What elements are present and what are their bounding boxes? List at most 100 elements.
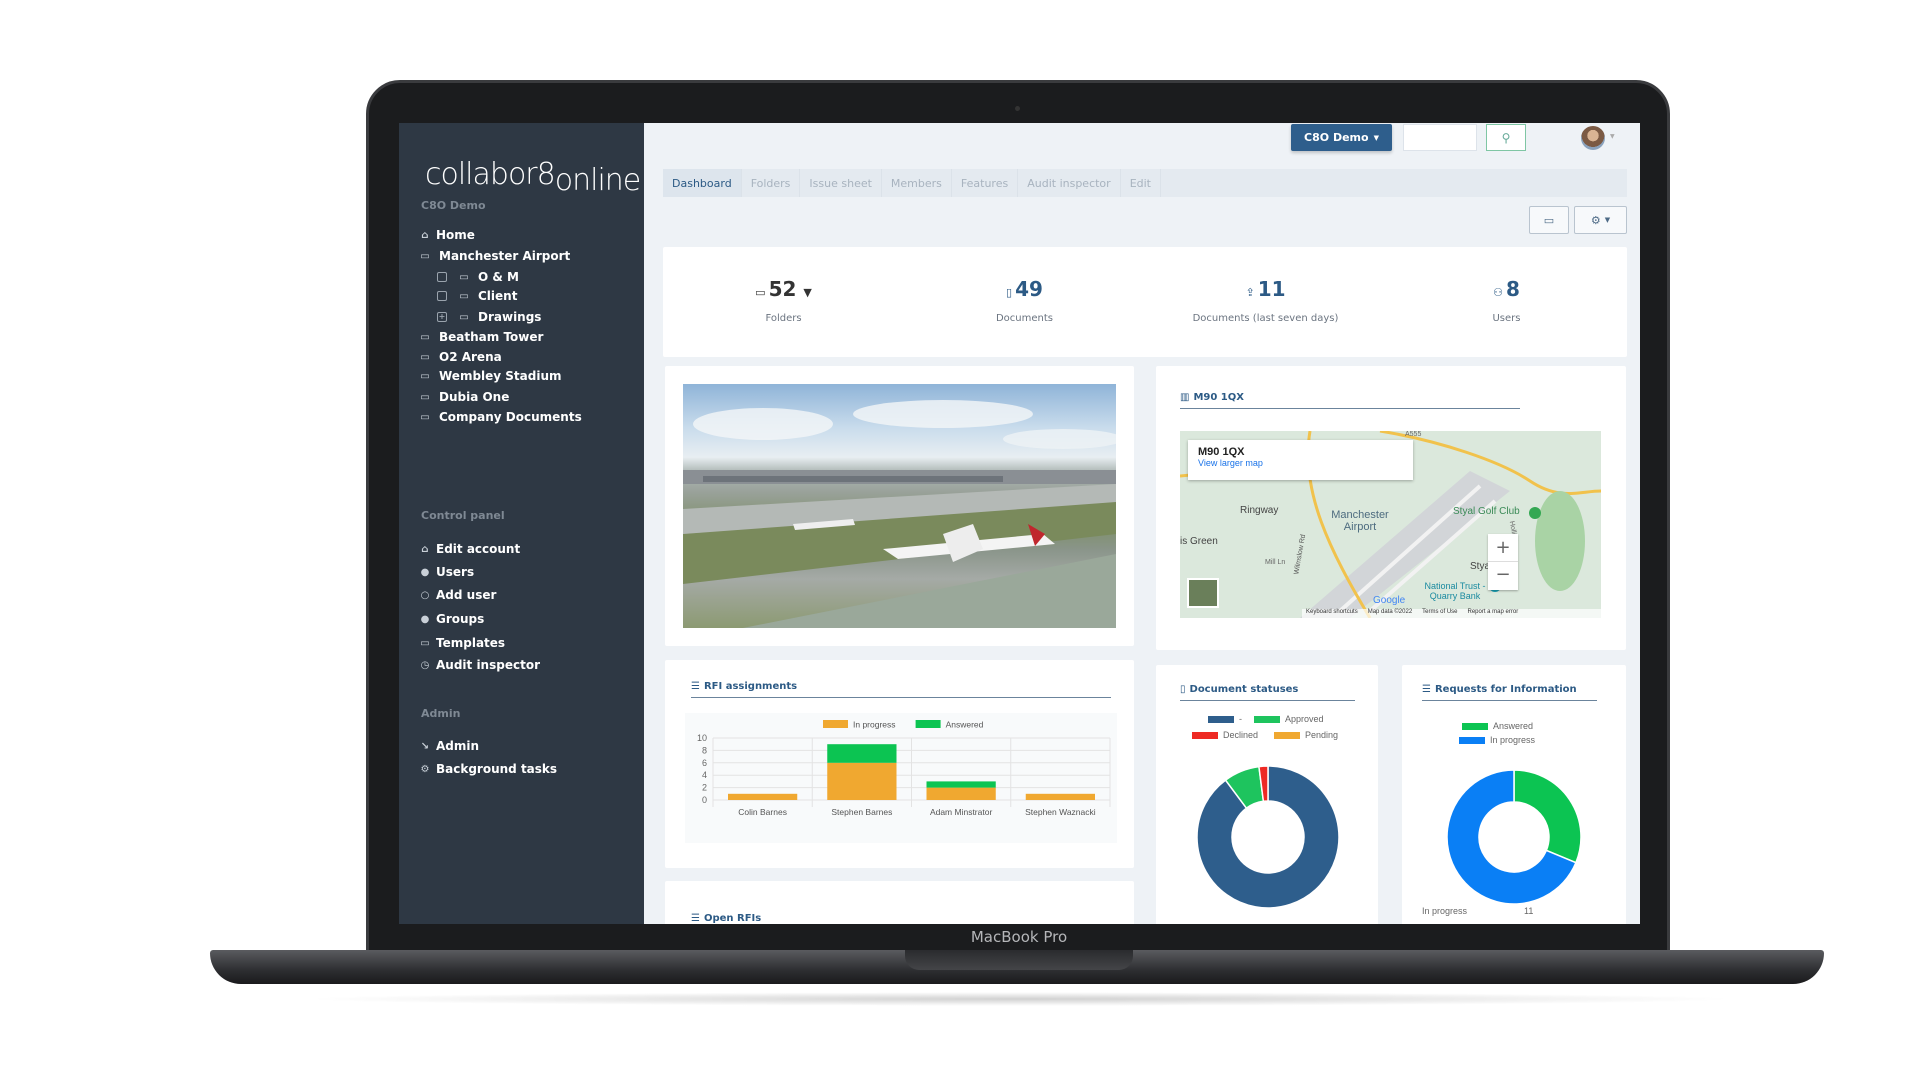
sidebar-item-wembley-stadium[interactable]: ▭ Wembley Stadium xyxy=(419,369,562,383)
map-label: Mill Ln xyxy=(1265,559,1286,566)
sidebar-item-groups[interactable]: ● Groups xyxy=(419,612,485,626)
document-statuses-card: ▯ Document statuses - Approved Declined P… xyxy=(1156,665,1378,924)
sidebar-item-client[interactable]: ▭ Client xyxy=(437,289,517,303)
list-icon: ☰ xyxy=(691,681,700,692)
bar-answered xyxy=(926,781,996,788)
tab-members[interactable]: Members xyxy=(882,169,952,197)
sidebar-item-manchester-airport[interactable]: ▭ Manchester Airport xyxy=(419,249,570,263)
tab-audit-inspector[interactable]: Audit inspector xyxy=(1018,169,1121,197)
stat-recent-documents[interactable]: ⇪ 11 Documents (last seven days) xyxy=(1145,247,1386,357)
logo[interactable]: collabor8online xyxy=(425,157,641,198)
sidebar-item-drawings[interactable]: + ▭ Drawings xyxy=(437,310,541,324)
tab-folders[interactable]: Folders xyxy=(742,169,801,197)
sidebar-item-label: Wembley Stadium xyxy=(439,369,562,383)
sidebar-item-o2-arena[interactable]: ▭ O2 Arena xyxy=(419,350,502,364)
stat-documents[interactable]: ▯ 49 Documents xyxy=(904,247,1145,357)
tab-features[interactable]: Features xyxy=(952,169,1019,197)
stat-folders[interactable]: ▭ 52 ▼ Folders xyxy=(663,247,904,357)
tasks-icon: ⚙ xyxy=(420,763,430,775)
sidebar-item-edit-account[interactable]: ⌂ Edit account xyxy=(419,542,520,556)
expand-plus-icon[interactable]: + xyxy=(437,312,447,322)
map-card: ▥ M90 1QX M90 1QX View larger map Ringwa… xyxy=(1156,366,1626,650)
x-tick-label: Stephen Barnes xyxy=(831,807,892,817)
expander-checkbox[interactable] xyxy=(437,291,447,301)
y-tick-label: 4 xyxy=(702,770,707,780)
sidebar-item-company-documents[interactable]: ▭ Company Documents xyxy=(419,410,581,424)
section-label-project: C8O Demo xyxy=(421,199,486,212)
folder-icon: ▭ xyxy=(420,637,430,649)
project-dropdown-button[interactable]: C8O Demo ▼ xyxy=(1291,124,1392,151)
sidebar-item-users[interactable]: ● Users xyxy=(419,565,474,579)
stat-value: 11 xyxy=(1257,277,1286,301)
open-rfis-title-text: Open RFIs xyxy=(703,913,762,924)
laptop-notch xyxy=(905,950,1133,970)
airport-illustration xyxy=(683,400,1116,628)
group-icon: ● xyxy=(420,613,430,625)
sidebar-item-audit-inspector[interactable]: ◷ Audit inspector xyxy=(419,658,540,672)
tab-edit[interactable]: Edit xyxy=(1121,169,1161,197)
list-icon: ☰ xyxy=(691,913,700,924)
sidebar-item-label: Audit inspector xyxy=(436,658,540,672)
sidebar-item-add-user[interactable]: ○ Add user xyxy=(419,588,497,602)
wrench-icon: ↘ xyxy=(420,740,430,752)
sidebar-item-background-tasks[interactable]: ⚙ Background tasks xyxy=(419,762,558,776)
sidebar-item-templates[interactable]: ▭ Templates xyxy=(419,636,505,650)
zoom-in-button[interactable]: + xyxy=(1488,534,1518,562)
map-zoom-control: + − xyxy=(1488,534,1518,590)
stat-value: 52 xyxy=(768,277,797,301)
map-data-text: Map data ©2022 xyxy=(1367,609,1413,615)
sidebar-item-admin[interactable]: ↘ Admin xyxy=(419,739,479,753)
map-label: Manchester Airport xyxy=(1331,509,1389,533)
embedded-map[interactable]: M90 1QX View larger map Ringway Manchest… xyxy=(1180,431,1601,618)
sidebar-item-label: Beatham Tower xyxy=(439,330,544,344)
sidebar-item-label: Admin xyxy=(436,739,480,753)
stat-value: 49 xyxy=(1015,277,1043,301)
zoom-out-button[interactable]: − xyxy=(1488,562,1518,590)
folder-icon: ▭ xyxy=(459,290,469,302)
caret-down-icon: ▼ xyxy=(1373,133,1379,142)
new-folder-button[interactable]: ▭ xyxy=(1529,206,1569,234)
briefcase-icon: ▭ xyxy=(420,391,430,403)
stat-users[interactable]: ⚇ 8 Users xyxy=(1386,247,1627,357)
map-footer: Keyboard shortcuts Map data ©2022 Terms … xyxy=(1302,609,1601,618)
bar-answered xyxy=(827,744,897,763)
tab-issue-sheet[interactable]: Issue sheet xyxy=(800,169,882,197)
home-icon: ⌂ xyxy=(421,229,429,241)
map-label: Styal Golf Club xyxy=(1453,506,1520,517)
user-avatar[interactable] xyxy=(1581,126,1605,150)
rfi-assignments-card: ☰ RFI assignments 0 2 4 6 8 10 Colin Barnes Step… xyxy=(665,660,1134,868)
report-map-error-link[interactable]: Report a map error xyxy=(1468,609,1519,618)
map-label: is Green xyxy=(1180,536,1218,547)
home-outline-icon: ⌂ xyxy=(421,543,429,555)
caret-down-icon[interactable]: ▼ xyxy=(803,286,811,299)
project-photo-card xyxy=(665,366,1134,646)
search-input[interactable] xyxy=(1403,124,1477,151)
sidebar-item-dubia-one[interactable]: ▭ Dubia One xyxy=(419,390,509,404)
tab-dashboard[interactable]: Dashboard xyxy=(663,169,742,197)
search-button[interactable]: ⚲ xyxy=(1486,124,1526,151)
x-tick-label: Stephen Waznacki xyxy=(1025,807,1096,817)
expander-checkbox[interactable] xyxy=(437,272,447,282)
sidebar-item-label: Dubia One xyxy=(439,390,510,404)
x-tick-label: Colin Barnes xyxy=(738,807,787,817)
keyboard-shortcuts-link[interactable]: Keyboard shortcuts xyxy=(1306,609,1358,618)
terms-link[interactable]: Terms of Use xyxy=(1422,609,1457,618)
laptop-shadow xyxy=(300,992,1740,1006)
sidebar-item-home[interactable]: ⌂ Home xyxy=(419,228,475,242)
sidebar-item-om[interactable]: ▭ O & M xyxy=(437,270,519,284)
rfi-assignments-title: ☰ RFI assignments xyxy=(691,681,1111,698)
legend-label: Answered xyxy=(946,720,984,730)
stats-card: ▭ 52 ▼ Folders ▯ 49 Documents ⇪ 11 Documents (… xyxy=(663,247,1627,357)
document-icon: ▯ xyxy=(1006,286,1013,299)
sidebar-item-beatham-tower[interactable]: ▭ Beatham Tower xyxy=(419,330,543,344)
folder-icon: ▭ xyxy=(755,286,766,299)
settings-dropdown-button[interactable]: ⚙ ▼ xyxy=(1574,206,1627,234)
view-larger-map-link[interactable]: View larger map xyxy=(1198,458,1403,468)
sidebar-item-label: Client xyxy=(478,289,518,303)
sidebar-item-label: Groups xyxy=(436,612,485,626)
sidebar-item-label: O & M xyxy=(478,270,519,284)
y-tick-label: 2 xyxy=(702,783,707,793)
avatar-caret-icon[interactable]: ▼ xyxy=(1610,133,1615,140)
sidebar-item-label: Templates xyxy=(436,636,506,650)
sidebar-item-label: O2 Arena xyxy=(439,350,502,364)
